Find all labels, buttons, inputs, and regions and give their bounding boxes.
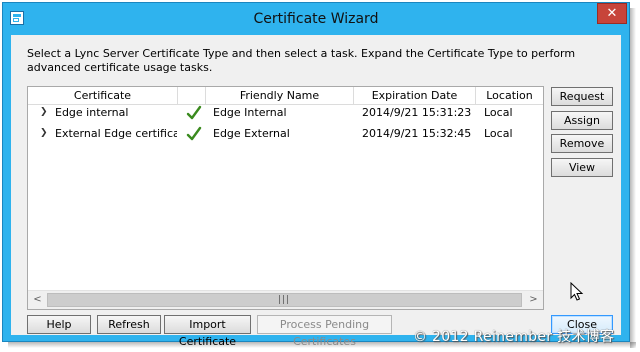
checkmark-icon xyxy=(186,105,202,120)
table-row[interactable]: ❯ Edge internal Edge Internal 2014/9/21 … xyxy=(28,104,543,125)
friendly-name-cell: Edge Internal xyxy=(213,106,287,119)
view-button[interactable]: View xyxy=(551,158,613,177)
expand-chevron-icon[interactable]: ❯ xyxy=(40,107,48,117)
column-header-location[interactable]: Location xyxy=(476,87,543,105)
certificate-grid[interactable]: Certificate Friendly Name Expiration Dat… xyxy=(27,86,544,310)
friendly-name-cell: Edge External xyxy=(213,127,290,140)
expand-chevron-icon[interactable]: ❯ xyxy=(40,128,48,138)
instructions-text: Select a Lync Server Certificate Type an… xyxy=(27,47,576,74)
checkmark-icon xyxy=(186,126,202,141)
window-shadow-right xyxy=(630,8,636,348)
table-row[interactable]: ❯ External Edge certificate ( Edge Exter… xyxy=(28,125,543,146)
scroll-right-arrow[interactable]: > xyxy=(525,291,542,309)
process-pending-certificates-button[interactable]: Process Pending Certificates xyxy=(257,315,392,348)
close-window-button[interactable]: ✕ xyxy=(597,3,627,24)
assign-button[interactable]: Assign xyxy=(551,111,613,130)
location-cell: Local xyxy=(484,106,513,119)
request-button[interactable]: Request xyxy=(551,87,613,106)
refresh-button[interactable]: Refresh xyxy=(97,315,161,334)
help-button[interactable]: Help xyxy=(27,315,91,334)
column-header-certificate[interactable]: Certificate xyxy=(28,87,178,105)
expiration-date-cell: 2014/9/21 15:31:23 xyxy=(362,106,472,119)
dialog-client-area: Select a Lync Server Certificate Type an… xyxy=(11,35,621,348)
scroll-left-arrow[interactable]: < xyxy=(29,291,46,309)
scrollbar-grip-icon: ||| xyxy=(278,295,291,305)
expiration-date-cell: 2014/9/21 15:32:45 xyxy=(362,127,472,140)
certificate-wizard-window: Certificate Wizard ✕ Select a Lync Serve… xyxy=(2,2,630,348)
location-cell: Local xyxy=(484,127,513,140)
title-bar[interactable]: Certificate Wizard ✕ xyxy=(3,3,629,35)
watermark-text: © 2012 Reinember 技术博客 xyxy=(413,329,615,345)
horizontal-scrollbar[interactable]: < ||| > xyxy=(28,290,543,309)
certificate-cell: External Edge certificate ( xyxy=(55,127,177,140)
certificate-cell: Edge internal xyxy=(55,106,129,119)
column-header-status[interactable] xyxy=(178,87,206,105)
mouse-pointer-icon xyxy=(570,282,584,301)
window-title: Certificate Wizard xyxy=(253,11,379,27)
import-certificate-button[interactable]: Import Certificate xyxy=(164,315,251,348)
scrollbar-thumb[interactable]: ||| xyxy=(47,293,522,307)
column-header-expiration-date[interactable]: Expiration Date xyxy=(354,87,476,105)
column-header-friendly-name[interactable]: Friendly Name xyxy=(206,87,354,105)
remove-button[interactable]: Remove xyxy=(551,134,613,153)
